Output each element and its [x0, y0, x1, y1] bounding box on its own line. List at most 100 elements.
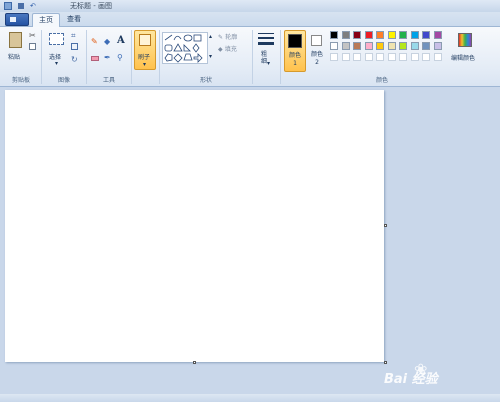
color-swatch[interactable] [330, 31, 338, 39]
color-swatch[interactable] [376, 42, 384, 50]
color-swatch[interactable] [433, 42, 442, 50]
clipboard-group-label: 剪贴板 [11, 77, 30, 84]
size-button[interactable]: 粗细 ▾ [255, 30, 277, 70]
shapes-group-label: 形状 [199, 77, 212, 84]
fill-icon[interactable]: ◆ [104, 37, 110, 46]
cut-icon[interactable]: ✂ [29, 31, 36, 40]
divider [159, 30, 160, 84]
outline-button[interactable]: ✎ 轮廓 [218, 32, 248, 41]
divider [86, 30, 87, 84]
undo-icon[interactable]: ↶ [30, 2, 36, 10]
tab-view[interactable]: 查看 [62, 13, 86, 26]
custom-color-slot[interactable] [399, 53, 407, 61]
resize-handle-bottom[interactable] [193, 361, 196, 364]
text-icon[interactable]: A [117, 35, 125, 46]
shapes-gallery[interactable] [162, 32, 208, 64]
watermark-text: Bai 经验 [384, 372, 438, 387]
custom-color-slot[interactable] [410, 53, 419, 61]
watermark: ❀ Bai 经验 [380, 360, 498, 390]
color1-swatch [288, 34, 302, 48]
colors-group-label: 颜色 [375, 77, 388, 84]
fill-button[interactable]: ◆ 填充 [218, 44, 248, 53]
resize-icon[interactable] [71, 43, 78, 50]
eraser-icon[interactable] [91, 56, 99, 61]
color-swatch[interactable] [387, 31, 396, 39]
color-swatch[interactable] [353, 31, 361, 39]
color-swatch[interactable] [433, 31, 442, 39]
brush-icon [139, 34, 151, 46]
divider [280, 30, 281, 84]
divider [252, 30, 253, 84]
chevron-down-icon: ▾ [55, 60, 59, 67]
image-group-label: 图像 [57, 77, 70, 84]
line-width-icon [258, 37, 274, 39]
custom-color-slot[interactable] [422, 53, 430, 61]
color-swatch[interactable] [422, 42, 430, 50]
custom-color-slot[interactable] [330, 53, 338, 61]
color-swatch[interactable] [341, 42, 350, 50]
chevron-down-icon: ▾ [267, 60, 271, 67]
color-swatch[interactable] [353, 42, 361, 50]
paste-label: 粘贴 [8, 54, 21, 61]
edit-colors-button[interactable]: 编辑颜色 [451, 30, 481, 68]
color2-button[interactable]: 颜色 2 [308, 30, 328, 72]
divider [131, 30, 132, 84]
clipboard-icon [9, 32, 22, 48]
color-swatch[interactable] [364, 42, 373, 50]
pencil-icon[interactable]: ✎ [91, 37, 98, 46]
select-icon [49, 33, 64, 45]
title-bar: ↶ 无标题 - 画图 [0, 0, 500, 12]
window-title: 无标题 - 画图 [70, 2, 112, 10]
outline-label: 轮廓 [225, 34, 238, 41]
paint-app-icon [4, 2, 12, 10]
outline-icon: ✎ [218, 34, 224, 41]
fill-bucket-icon: ◆ [218, 46, 223, 53]
color-swatch[interactable] [399, 42, 407, 50]
drawing-canvas[interactable] [5, 90, 384, 362]
save-icon[interactable] [18, 3, 24, 9]
custom-color-slot[interactable] [387, 53, 396, 61]
shapes-more-icon[interactable]: ▾ [209, 53, 212, 60]
custom-color-slot[interactable] [341, 53, 350, 61]
color-wheel-icon [458, 33, 472, 47]
chevron-down-icon: ▾ [143, 61, 147, 68]
status-bar [0, 394, 500, 402]
edit-colors-label: 编辑颜色 [451, 55, 476, 62]
menu-icon [10, 17, 16, 22]
color2-swatch [311, 35, 322, 46]
magnifier-icon[interactable]: ⚲ [117, 53, 123, 62]
color-swatch[interactable] [376, 31, 384, 39]
custom-color-slot[interactable] [433, 53, 442, 61]
select-button[interactable]: 选择 ▾ [46, 30, 68, 68]
color-swatch[interactable] [410, 42, 419, 50]
color-swatch[interactable] [364, 31, 373, 39]
brushes-button[interactable]: 刷子 ▾ [134, 30, 156, 70]
paste-button[interactable]: 粘贴 [6, 30, 26, 66]
tools-group-label: 工具 [102, 77, 115, 84]
shapes-gallery-icons [164, 34, 203, 63]
paint-menu-button[interactable] [5, 13, 29, 26]
custom-color-slot[interactable] [353, 53, 361, 61]
crop-icon[interactable]: ⌗ [71, 31, 76, 41]
custom-color-slot[interactable] [376, 53, 384, 61]
color1-button[interactable]: 颜色 1 [284, 30, 306, 72]
color-palette [330, 31, 448, 67]
custom-color-slot[interactable] [364, 53, 373, 61]
color-swatch[interactable] [330, 42, 338, 50]
color1-label: 颜色 1 [289, 52, 302, 67]
color-swatch[interactable] [341, 31, 350, 39]
color-swatch[interactable] [387, 42, 396, 50]
color-swatch[interactable] [422, 31, 430, 39]
rotate-icon[interactable]: ↻ [71, 55, 78, 64]
fill-label: 填充 [224, 46, 237, 53]
tab-home[interactable]: 主页 [32, 13, 60, 27]
color-swatch[interactable] [399, 31, 407, 39]
shapes-scroll-icon[interactable]: ▴ [209, 33, 212, 40]
copy-icon[interactable] [29, 43, 36, 50]
color-picker-icon[interactable]: ✒ [104, 53, 111, 62]
divider [41, 30, 42, 84]
brushes-label: 刷子 [138, 54, 151, 61]
resize-handle-right[interactable] [384, 224, 387, 227]
line-width-icon [258, 42, 274, 45]
color-swatch[interactable] [410, 31, 419, 39]
